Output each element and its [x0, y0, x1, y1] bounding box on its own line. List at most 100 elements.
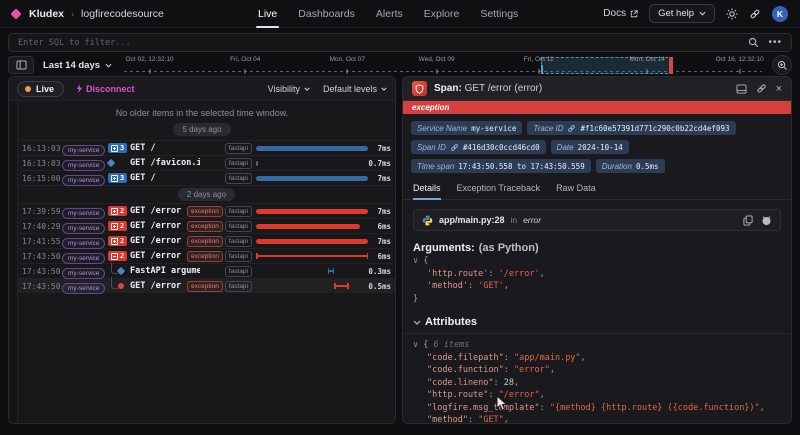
code-file-path: app/main.py:28 — [439, 215, 505, 225]
sidebar-toggle-icon — [16, 60, 27, 70]
trace-row[interactable]: 16:15:00 my-service 3 GET / fastapi 7ms — [18, 170, 395, 185]
nav-tab-label: Explore — [424, 8, 460, 20]
trace-row[interactable]: 17:43:50 my-service FastAPI arguments fa… — [18, 263, 395, 278]
service-badge[interactable]: my-service — [62, 175, 105, 186]
chip-trace-id[interactable]: Trace ID #f1c60e57391d771c290c0b22cd4ef0… — [527, 121, 735, 135]
nav-tab-alerts[interactable]: Alerts — [376, 0, 403, 28]
chip-service-name[interactable]: Service Name my-service — [411, 121, 522, 135]
child-count-badge[interactable]: 2 — [108, 236, 127, 246]
close-icon[interactable]: × — [776, 84, 782, 94]
time-range-dropdown[interactable]: Last 14 days — [43, 60, 112, 71]
span-marker[interactable] — [108, 268, 130, 274]
expand-icon — [111, 223, 118, 230]
code-line: "code.function": "error", — [413, 364, 781, 377]
timeline-tick — [436, 69, 437, 74]
tag-exception: exception — [187, 281, 223, 292]
trace-row[interactable]: 16:13:03 my-service GET /favicon.ico fas… — [18, 155, 395, 170]
span-marker[interactable]: 3 — [108, 143, 130, 153]
child-count-badge[interactable]: 2 — [108, 221, 127, 231]
chevron-down-icon — [699, 11, 706, 16]
child-count-badge[interactable]: 2 — [108, 206, 127, 216]
span-duration-label: 6ms — [368, 252, 395, 261]
span-title: GET / — [130, 143, 200, 153]
trace-row[interactable]: 17:40:29 my-service 2 GET /error excepti… — [18, 218, 395, 233]
copy-link-icon[interactable] — [756, 83, 767, 94]
dock-panel-icon[interactable] — [736, 84, 747, 94]
levels-dropdown[interactable]: Default levels — [323, 84, 387, 94]
service-badge[interactable]: my-service — [62, 283, 105, 294]
child-count-badge[interactable]: 3 — [108, 143, 127, 153]
trace-row[interactable]: 17:41:55 my-service 2 GET /error excepti… — [18, 233, 395, 248]
arguments-heading-label: Arguments: — [413, 242, 475, 254]
live-toggle[interactable]: Live — [17, 81, 64, 97]
attributes-code-block: ∨ { 6 items"code.filepath": "app/main.py… — [413, 339, 781, 424]
json-value: "error" — [514, 365, 550, 375]
span-marker[interactable]: 3 — [108, 173, 130, 183]
github-icon[interactable] — [761, 215, 772, 226]
trace-row[interactable]: 17:39:59 my-service 2 GET /error excepti… — [18, 203, 395, 218]
code-line: "method": "GET", — [413, 414, 781, 424]
search-icon[interactable] — [748, 37, 759, 48]
span-marker[interactable]: 2 — [108, 236, 130, 246]
live-panel: Live Disconnect Visibility Default level… — [8, 76, 396, 424]
child-count-badge[interactable]: 3 — [108, 173, 127, 183]
span-marker[interactable]: 2 — [108, 221, 130, 231]
visibility-dropdown[interactable]: Visibility — [268, 84, 310, 94]
disconnect-button[interactable]: Disconnect — [76, 84, 135, 94]
selection-end-marker[interactable] — [669, 57, 673, 74]
timeline-tick — [149, 69, 150, 74]
detail-tab-details[interactable]: Details — [413, 183, 441, 199]
more-options-icon[interactable]: ••• — [768, 39, 782, 47]
json-colon: : — [504, 353, 514, 363]
json-value: 'GET' — [478, 281, 504, 291]
breadcrumb-project[interactable]: logfirecodesource — [81, 8, 164, 20]
span-marker[interactable] — [108, 283, 130, 289]
span-duration-label: 0.7ms — [368, 159, 395, 168]
trace-row[interactable]: 17:43:50 my-service GET /error (error) e… — [18, 278, 395, 293]
copy-icon[interactable] — [743, 215, 753, 226]
share-link-icon[interactable] — [749, 8, 761, 20]
child-count-badge[interactable]: 2 — [108, 251, 127, 261]
detail-tab-exception-traceback[interactable]: Exception Traceback — [457, 183, 541, 199]
theme-toggle-icon[interactable] — [726, 8, 738, 20]
nav-tab-dashboards[interactable]: Dashboards — [298, 0, 355, 28]
nav-tab-explore[interactable]: Explore — [424, 0, 460, 28]
timeline[interactable]: Oct 02, 12:32:10Fri, Oct 04Mon, Oct 07We… — [124, 56, 762, 74]
user-avatar[interactable]: K — [772, 6, 788, 22]
duration-bar-fill — [256, 161, 258, 166]
sidebar-toggle-button[interactable] — [8, 56, 34, 74]
json-value: 28 — [504, 378, 514, 388]
json-comma: , — [504, 415, 509, 424]
zoom-in-button[interactable] — [772, 55, 792, 75]
chip-date[interactable]: Date 2024-10-14 — [551, 140, 629, 154]
trace-row[interactable]: 16:13:03 my-service 3 GET / fastapi 7ms — [18, 140, 395, 155]
time-range-label: Last 14 days — [43, 60, 100, 71]
live-panel-header: Live Disconnect Visibility Default level… — [9, 77, 395, 101]
breadcrumb-org[interactable]: Kludex — [29, 8, 64, 20]
nav-tab-settings[interactable]: Settings — [480, 0, 518, 28]
get-help-button[interactable]: Get help — [649, 4, 715, 23]
selection-start-marker[interactable] — [541, 65, 544, 74]
error-shield-icon — [412, 81, 427, 96]
span-tags: fastapi — [200, 266, 252, 277]
span-marker[interactable] — [108, 160, 130, 166]
docs-link[interactable]: Docs — [603, 8, 638, 19]
nav-tab-live[interactable]: Live — [258, 0, 277, 28]
chip-duration[interactable]: Duration 0.5ms — [596, 159, 665, 173]
span-marker[interactable]: 2 — [108, 251, 130, 261]
span-duration-label: 6ms — [368, 222, 395, 231]
attributes-heading[interactable]: Attributes — [413, 316, 781, 328]
chip-span-id[interactable]: Span ID #416d30c0ccd46cd0 — [411, 140, 546, 154]
span-marker[interactable]: 2 — [108, 206, 130, 216]
trace-row[interactable]: 17:43:50 my-service 2 GET /error excepti… — [18, 248, 395, 263]
logfire-logo-icon[interactable] — [10, 8, 21, 19]
span-duration-label: 7ms — [368, 207, 395, 216]
trace-rows: 16:13:03 my-service 3 GET / fastapi 7ms … — [18, 140, 395, 293]
scroll-gutter[interactable] — [9, 101, 18, 423]
chevron-down-icon — [304, 87, 310, 91]
code-location-card[interactable]: app/main.py:28 in error — [413, 209, 781, 231]
chip-time-span[interactable]: Time span 17:43:50.558 to 17:43:50.559 — [411, 159, 591, 173]
detail-tab-raw-data[interactable]: Raw Data — [556, 183, 596, 199]
time-ago-pill: 2 days ago — [178, 188, 235, 201]
sql-filter-input[interactable] — [18, 38, 748, 48]
